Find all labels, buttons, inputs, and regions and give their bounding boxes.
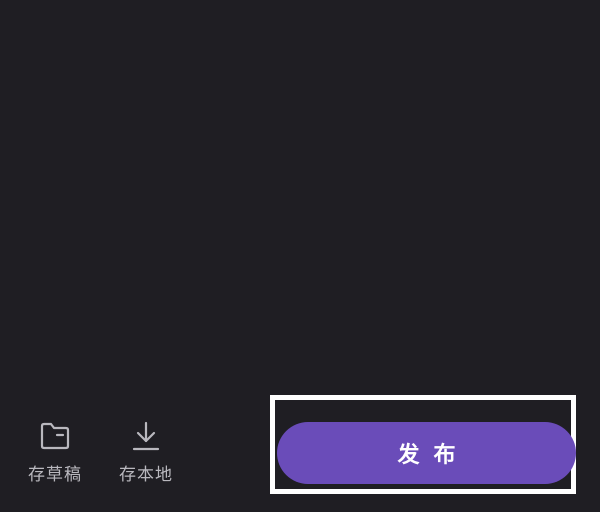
folder-icon xyxy=(38,419,72,453)
publish-screen: 存草稿 存本地 发布 xyxy=(0,0,600,512)
save-local-label: 存本地 xyxy=(119,465,173,485)
save-local-button[interactable]: 存本地 xyxy=(111,419,181,489)
download-icon xyxy=(129,419,163,453)
save-draft-label: 存草稿 xyxy=(28,465,82,485)
bottom-action-bar: 存草稿 存本地 发布 xyxy=(0,395,600,512)
content-area xyxy=(0,0,600,395)
publish-button[interactable]: 发布 xyxy=(277,422,576,484)
save-draft-button[interactable]: 存草稿 xyxy=(20,419,90,489)
